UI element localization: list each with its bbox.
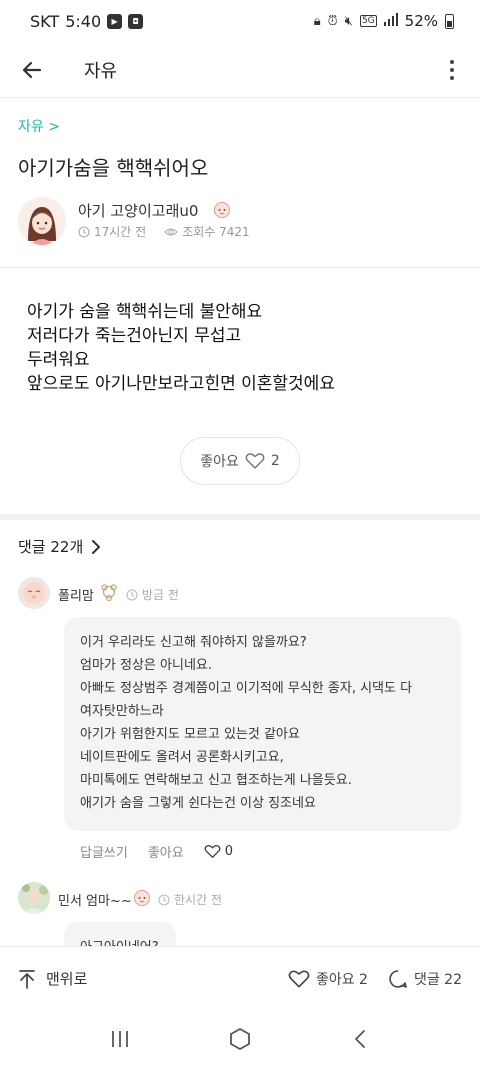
post-body-line: 아기가 숨을 핵핵쉬는데 불안해요 <box>27 302 263 322</box>
post-time: 17시간 전 <box>94 225 147 239</box>
bottom-action-bar: 맨위로 좋아요 2 댓글 22 <box>0 946 480 1010</box>
comment-time: 한시간 전 <box>158 891 222 908</box>
heart-icon <box>245 453 265 469</box>
youtube-notification-icon: ▶ <box>107 13 123 29</box>
comment-avatar[interactable] <box>18 577 50 609</box>
status-right: 🔒︎ ⏰︎ 🔇︎ 5G 52% <box>314 12 454 30</box>
comment-time-text: 방금 전 <box>142 588 179 602</box>
home-button[interactable] <box>220 1019 260 1059</box>
app-notification-icon: ◘ <box>128 13 144 29</box>
chevron-right-icon <box>92 539 101 554</box>
recent-apps-button[interactable] <box>100 1019 140 1059</box>
post-body-line: 두려워요 <box>27 350 90 370</box>
comment-like-label[interactable]: 좋아요 <box>148 842 184 861</box>
lock-icon: 🔒︎ <box>313 13 321 29</box>
comment-bubble: 아그아이네어? <box>64 922 176 946</box>
post-meta: 17시간 전 조회수 7421 <box>78 223 250 240</box>
heart-icon <box>288 970 310 988</box>
post-body-line: 앞으로도 아기나만보라고힌면 이혼할것에요 <box>27 374 335 394</box>
eye-icon <box>164 227 178 236</box>
comment-line: 마미톡에도 연락해보고 신고 협조하는게 나을듯요. <box>80 773 352 788</box>
comment-author[interactable]: 민서 엄마~~ <box>58 890 132 909</box>
post-body-line: 저러다가 죽는건아닌지 무섭고 <box>27 326 242 346</box>
comment-line: 여자탓만하느라 <box>80 704 164 719</box>
comment-line: 아빠도 정상범주 경계쯤이고 이기적에 무식한 종자, 시댁도 다 <box>80 681 413 696</box>
system-nav-bar <box>0 1010 480 1067</box>
comment-author[interactable]: 폴리맘 <box>58 585 94 604</box>
clock-icon <box>126 588 138 601</box>
post-body: 아기가 숨을 핵핵쉬는데 불안해요 저러다가 죽는건아닌지 무섭고 두려워요 앞… <box>27 300 335 396</box>
scroll-to-top-label: 맨위로 <box>46 970 88 988</box>
comment-avatar[interactable] <box>18 882 50 914</box>
post-header: 자유 > 아기가숨을 핵핵쉬어오 아기 고양이고래u0 17시간 전 조회수 7… <box>0 98 480 268</box>
heart-icon <box>204 845 221 858</box>
status-left: SKT 5:40 ▶ ◘ <box>30 11 144 31</box>
home-icon <box>230 1027 250 1050</box>
bottom-like-label: 좋아요 2 <box>315 971 368 988</box>
comment-line: 엄마가 정상은 아니네요. <box>80 658 212 673</box>
comment-partial-text: 아그아이네어? <box>80 936 159 946</box>
chevron-left-icon <box>355 1029 365 1048</box>
reply-button[interactable]: 답글쓰기 <box>80 842 128 861</box>
author-avatar[interactable] <box>18 197 66 245</box>
alarm-icon: ⏰︎ <box>327 13 338 29</box>
post-like-button[interactable]: 좋아요 2 <box>180 437 300 485</box>
comment-line: 네이트판에도 올려서 공론화시키고요, <box>80 750 284 765</box>
view-count: 조회수 7421 <box>182 225 250 239</box>
section-divider <box>0 514 480 520</box>
app-bar: 자유 <box>0 42 480 98</box>
bottom-actions-right: 좋아요 2 댓글 22 <box>288 969 462 989</box>
back-button[interactable] <box>0 42 64 98</box>
arrow-up-to-top-icon <box>19 969 35 989</box>
breadcrumb[interactable]: 자유 > <box>18 116 60 136</box>
more-dot-icon <box>450 67 454 72</box>
author-name[interactable]: 아기 고양이고래u0 <box>78 200 198 221</box>
speech-bubble-icon <box>389 969 407 988</box>
clock: 5:40 <box>65 11 102 31</box>
bottom-comment-button[interactable]: 댓글 22 <box>388 969 462 989</box>
comment-actions: 답글쓰기 좋아요 0 <box>80 842 233 861</box>
carrier-label: SKT <box>30 11 60 31</box>
comment-line: 아기가 위험한지도 모르고 있는것 같아요 <box>80 727 300 742</box>
more-dot-icon <box>450 75 454 80</box>
bottom-like-button[interactable]: 좋아요 2 <box>288 969 368 989</box>
more-dot-icon <box>450 59 454 64</box>
page-title: 자유 <box>84 60 118 82</box>
comment-time-text: 한시간 전 <box>174 893 222 907</box>
comment-line: 이거 우리라도 신고해 줘야하지 않을까요? <box>80 635 307 650</box>
baby-badge-icon <box>134 890 150 906</box>
baby-badge-icon <box>214 202 230 218</box>
comment-time: 방금 전 <box>126 586 179 603</box>
bear-badge-icon <box>101 584 117 601</box>
more-options-button[interactable] <box>424 42 480 98</box>
comment-like-count: 0 <box>224 844 234 859</box>
post-title: 아기가숨을 핵핵쉬어오 <box>18 156 209 180</box>
bottom-comment-label: 댓글 22 <box>413 971 462 988</box>
comment-like-button[interactable]: 0 <box>204 844 233 859</box>
baby-avatar-icon <box>18 577 50 609</box>
woman-avatar-icon <box>18 197 66 245</box>
comment-line: 애기가 숨을 그렇게 쉰다는건 이상 징조네요 <box>80 796 316 811</box>
network-type-icon: 5G <box>359 15 377 27</box>
scroll-to-top-button[interactable]: 맨위로 <box>18 968 87 989</box>
recent-apps-icon <box>112 1030 128 1047</box>
mute-icon: 🔇︎ <box>344 13 353 29</box>
arrow-left-icon <box>22 61 42 78</box>
status-bar: SKT 5:40 ▶ ◘ 🔒︎ ⏰︎ 🔇︎ 5G 52% <box>0 0 480 42</box>
comment-bubble: 이거 우리라도 신고해 줘야하지 않을까요? 엄마가 정상은 아니네요. 아빠도… <box>64 617 461 831</box>
like-count: 2 <box>270 453 280 469</box>
comments-count-label: 댓글 22개 <box>18 538 84 556</box>
system-back-button[interactable] <box>340 1019 380 1059</box>
battery-percent: 52% <box>404 12 438 30</box>
like-label: 좋아요 <box>200 454 239 470</box>
signal-icon <box>383 12 398 30</box>
battery-icon <box>445 13 454 29</box>
clock-icon <box>78 225 90 238</box>
clock-icon <box>158 893 170 906</box>
comments-header[interactable]: 댓글 22개 <box>18 536 101 557</box>
photo-avatar-icon <box>18 882 50 914</box>
